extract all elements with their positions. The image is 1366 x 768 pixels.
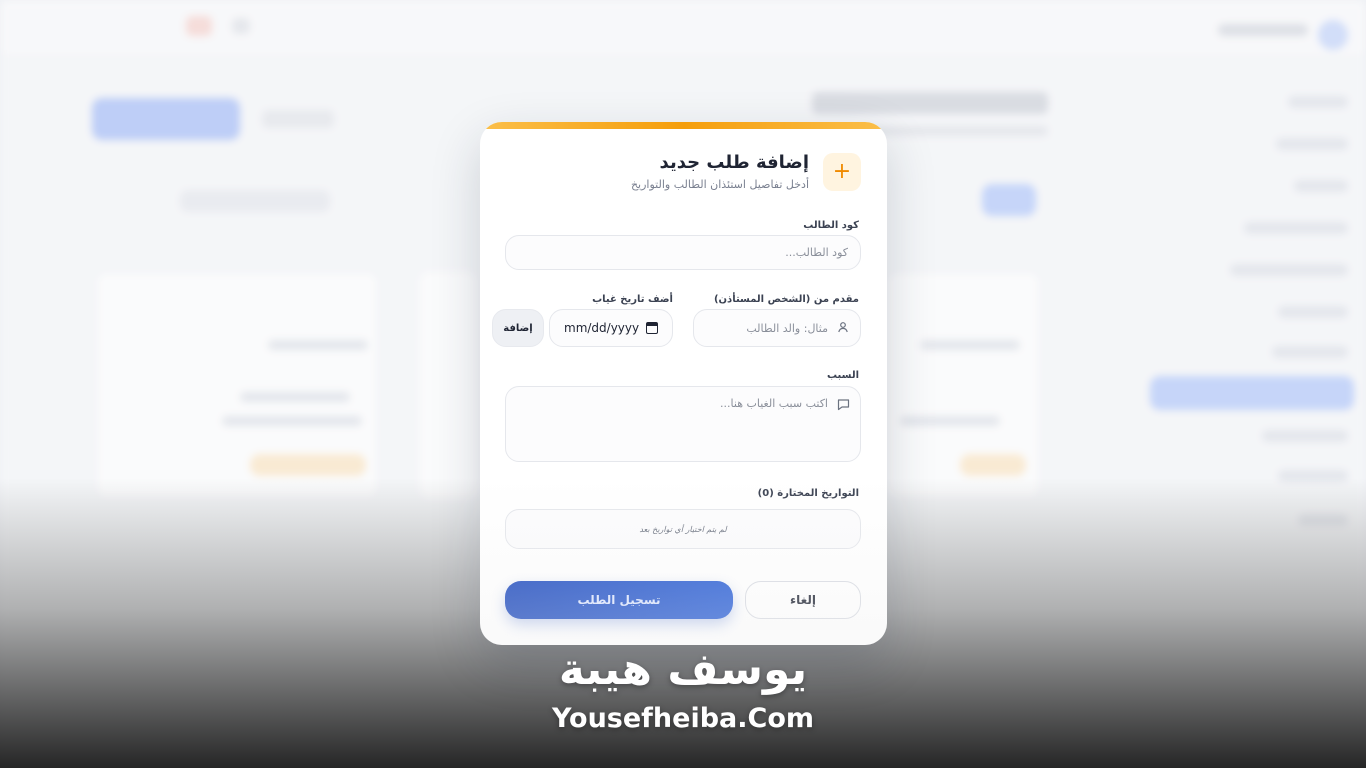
background-badge: [960, 454, 1026, 476]
background-nav-item: [1272, 346, 1348, 358]
new-request-modal: + إضافة طلب جديد أدخل تفاصيل استئذان الط…: [480, 122, 887, 645]
modal-subtitle: أدخل تفاصيل استئذان الطالب والتواريخ: [630, 178, 809, 191]
background-notification-icon: [186, 16, 212, 36]
background-avatar: [1318, 20, 1348, 50]
background-nav-item: [1276, 138, 1348, 150]
plus-icon: +: [823, 152, 861, 191]
requester-field[interactable]: [693, 309, 861, 347]
background-nav-item: [1294, 180, 1348, 192]
background-nav-item: [1244, 222, 1348, 234]
message-icon: [837, 398, 850, 414]
background-text-line: [240, 392, 350, 402]
background-text-line: [222, 416, 362, 426]
requester-input[interactable]: [704, 310, 828, 346]
background-text-line: [900, 416, 1000, 426]
selected-dates-empty: لم يتم اختيار أي تواريخ بعد: [505, 509, 861, 549]
background-page-title: [812, 92, 1048, 114]
background-badge: [250, 454, 366, 476]
modal-bottom-shade: [480, 475, 887, 645]
background-primary-button: [92, 98, 240, 140]
cancel-button[interactable]: إلغاء: [745, 581, 861, 619]
background-filter-chip: [982, 184, 1036, 216]
add-date-button[interactable]: إضافة: [492, 309, 544, 347]
background-user-name: [1218, 24, 1308, 36]
calendar-icon[interactable]: [646, 322, 658, 334]
background-nav-item: [1288, 96, 1348, 108]
background-nav-item: [1262, 430, 1348, 442]
background-text-line: [268, 340, 368, 350]
student-code-label: كود الطالب: [803, 220, 859, 231]
reason-textarea[interactable]: [518, 397, 828, 451]
background-nav-item: [1230, 264, 1348, 276]
background-secondary-button: [262, 110, 334, 128]
background-card: [420, 272, 476, 498]
requester-label: مقدم من (الشخص المستأذن): [713, 294, 859, 305]
absence-date-field[interactable]: mm/dd/yyyy: [549, 309, 673, 347]
user-icon: [837, 321, 849, 336]
modal-title: إضافة طلب جديد: [659, 152, 809, 173]
watermark-url: Yousefheiba.Com: [551, 703, 815, 734]
background-nav-item-active: [1150, 376, 1354, 410]
student-code-field[interactable]: [505, 235, 861, 270]
background-search: [180, 190, 330, 212]
modal-accent-bar: [480, 122, 887, 129]
background-page-subtitle: [860, 126, 1048, 136]
watermark-arabic: يوسف هيبة: [558, 644, 808, 695]
selected-dates-label: التواريخ المختارة (0): [757, 488, 859, 499]
student-code-input[interactable]: [518, 236, 848, 269]
background-settings-icon: [232, 18, 250, 34]
background-text-line: [920, 340, 1020, 350]
absence-date-value: mm/dd/yyyy: [564, 321, 640, 335]
modal-header: + إضافة طلب جديد أدخل تفاصيل استئذان الط…: [631, 152, 861, 191]
reason-field[interactable]: [505, 386, 861, 462]
absence-date-label: أضف تاريخ غياب: [592, 294, 673, 305]
reason-label: السبب: [826, 370, 859, 381]
submit-request-button[interactable]: تسجيل الطلب: [505, 581, 733, 619]
background-nav-item: [1278, 306, 1348, 318]
